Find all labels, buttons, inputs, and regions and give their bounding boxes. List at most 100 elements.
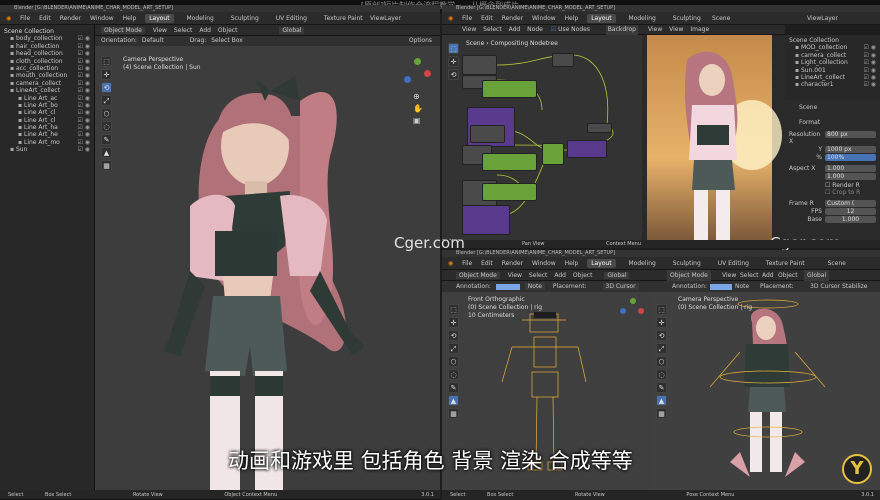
menu-render[interactable]: Render: [502, 15, 523, 22]
outliner-item[interactable]: ▪ camera_collect ☑ ◉: [4, 80, 90, 87]
scale-icon[interactable]: ⬡: [656, 356, 667, 367]
viewlayer-label[interactable]: ViewLayer: [370, 12, 401, 25]
menu-add[interactable]: Add: [199, 27, 211, 34]
outliner-root[interactable]: Scene Collection: [4, 28, 90, 35]
visibility-eye-icon[interactable]: ☑ ◉: [77, 102, 90, 109]
outliner-item[interactable]: ▪ mouth_collection ☑ ◉: [4, 72, 90, 79]
navigation-gizmo[interactable]: [402, 58, 432, 88]
image-menu-image[interactable]: Image: [690, 26, 709, 33]
menu-add[interactable]: Add: [554, 272, 566, 279]
cursor-icon[interactable]: ✛: [448, 317, 459, 328]
res-y-field[interactable]: 1000 px: [825, 145, 876, 153]
tab-uv-editing[interactable]: UV Editing: [714, 259, 753, 268]
visibility-eye-icon[interactable]: ☑ ◉: [77, 72, 90, 79]
compositor-node-editor[interactable]: Scene › Compositing Nodetree ⬚✛⟲ Cger.co…: [442, 35, 642, 240]
menu-view[interactable]: View: [508, 272, 522, 279]
outliner-item[interactable]: ▪ Line Art_cl ☑ ◉: [4, 117, 90, 124]
rotate-icon[interactable]: ⤢: [101, 95, 112, 106]
outliner-item[interactable]: ▪ body_collection ☑ ◉: [4, 35, 90, 42]
tab-texture-paint[interactable]: Texture Paint: [762, 259, 809, 268]
visibility-eye-icon[interactable]: ☑ ◉: [77, 139, 90, 146]
base-field[interactable]: 1.000: [825, 215, 876, 223]
menu-edit[interactable]: Edit: [39, 15, 51, 22]
note-dropdown[interactable]: Note: [524, 283, 545, 290]
menu-file[interactable]: File: [462, 15, 472, 22]
zoom-icon[interactable]: ⊕: [413, 92, 420, 101]
menu-view[interactable]: View: [153, 27, 167, 34]
outliner-item[interactable]: ▪ Light_collection ☑ ◉: [789, 59, 876, 66]
render-result-viewer[interactable]: [642, 35, 785, 240]
compositor-node[interactable]: [462, 205, 510, 235]
note-dropdown-2[interactable]: Note: [735, 281, 749, 292]
scale-icon[interactable]: ⬡: [448, 356, 459, 367]
visibility-eye-icon[interactable]: ☑ ◉: [863, 74, 876, 81]
transform-icon[interactable]: ◌: [448, 369, 459, 380]
transform-global-dropdown[interactable]: Global: [604, 272, 630, 279]
node-menu-node[interactable]: Node: [527, 26, 543, 33]
compositor-node[interactable]: [542, 143, 564, 165]
image-menu-view[interactable]: View: [648, 26, 662, 33]
navigation-gizmo[interactable]: [620, 298, 646, 324]
visibility-eye-icon[interactable]: ☑ ◉: [77, 65, 90, 72]
outliner-item[interactable]: ▪ character1 ☑ ◉: [789, 81, 876, 88]
backdrop-button[interactable]: Backdrop: [605, 25, 638, 35]
tab-layout[interactable]: Layout: [145, 14, 174, 23]
menu-window[interactable]: Window: [532, 260, 556, 267]
node-menu-select[interactable]: Select: [483, 26, 502, 33]
menu-render[interactable]: Render: [502, 260, 523, 267]
transform-global-dropdown[interactable]: Global: [279, 27, 305, 34]
measure-icon[interactable]: ▲: [656, 395, 667, 406]
compositor-node[interactable]: [462, 55, 497, 75]
node-menu-view[interactable]: View: [462, 26, 476, 33]
outliner-item[interactable]: ▪ LineArt_collect ☑ ◉: [4, 87, 90, 94]
pan-hand-icon[interactable]: ✋: [413, 104, 423, 113]
menu-select[interactable]: Select: [529, 272, 548, 279]
fps-field[interactable]: 12: [825, 207, 876, 215]
visibility-eye-icon[interactable]: ☑ ◉: [77, 50, 90, 57]
tab-modeling[interactable]: Modeling: [183, 14, 218, 23]
compositor-node[interactable]: [470, 125, 505, 143]
move-icon[interactable]: ⟲: [101, 82, 112, 93]
compositor-node[interactable]: [587, 123, 612, 133]
camera-view-icon[interactable]: ▣: [413, 116, 421, 125]
placement-dropdown-2[interactable]: 3D Cursor: [810, 281, 840, 292]
viewlayer-selector[interactable]: ViewLayer: [807, 12, 838, 25]
visibility-eye-icon[interactable]: ☑ ◉: [863, 81, 876, 88]
aspect-y-field[interactable]: 1.000: [825, 172, 876, 180]
visibility-eye-icon[interactable]: ☑ ◉: [77, 117, 90, 124]
visibility-eye-icon[interactable]: ☑ ◉: [77, 124, 90, 131]
outliner-item[interactable]: ▪ Sun.001 ☑ ◉: [789, 67, 876, 74]
visibility-eye-icon[interactable]: ☑ ◉: [77, 80, 90, 87]
props-format-panel[interactable]: Format: [789, 119, 876, 126]
annotation-color[interactable]: [495, 283, 520, 290]
outliner-item[interactable]: ▪ MOD_collection ☑ ◉: [789, 44, 876, 51]
outliner-item[interactable]: ▪ Sun ☑ ◉: [4, 146, 90, 153]
cut-icon[interactable]: ✛: [448, 56, 459, 67]
image-menu-view2[interactable]: View: [669, 26, 683, 33]
res-x-field[interactable]: 800 px: [825, 130, 876, 138]
annotate-icon[interactable]: ✎: [656, 382, 667, 393]
menu-window[interactable]: Window: [532, 15, 556, 22]
transform-icon[interactable]: ◌: [101, 121, 112, 132]
compositor-node[interactable]: [552, 53, 574, 67]
move-icon[interactable]: ⟲: [656, 330, 667, 341]
object-mode-dropdown[interactable]: Object Mode: [101, 27, 145, 34]
select-icon[interactable]: ⬚: [448, 43, 459, 54]
outliner-item[interactable]: ▪ LineArt_collect ☑ ◉: [789, 74, 876, 81]
tab-sculpting[interactable]: Sculpting: [669, 14, 705, 23]
outliner-item[interactable]: ▪ Line Art_he ☑ ◉: [4, 131, 90, 138]
visibility-eye-icon[interactable]: ☑ ◉: [77, 95, 90, 102]
compositor-node[interactable]: [482, 183, 537, 201]
select-box-icon[interactable]: ⬚: [656, 304, 667, 315]
outliner-item[interactable]: ▪ cloth_collection ☑ ◉: [4, 58, 90, 65]
measure-icon[interactable]: ▲: [448, 395, 459, 406]
menu-select-2[interactable]: Select: [740, 270, 759, 281]
outliner-item[interactable]: ▪ acc_collection ☑ ◉: [4, 65, 90, 72]
placement-dropdown[interactable]: 3D Cursor: [602, 283, 639, 290]
visibility-eye-icon[interactable]: ☑ ◉: [863, 59, 876, 66]
visibility-eye-icon[interactable]: ☑ ◉: [863, 52, 876, 59]
use-nodes-checkbox[interactable]: ☑ Use Nodes: [551, 26, 590, 33]
transform-global-dropdown-2[interactable]: Global: [804, 270, 830, 281]
scene-selector[interactable]: Scene: [828, 260, 846, 267]
tab-modeling[interactable]: Modeling: [625, 14, 660, 23]
